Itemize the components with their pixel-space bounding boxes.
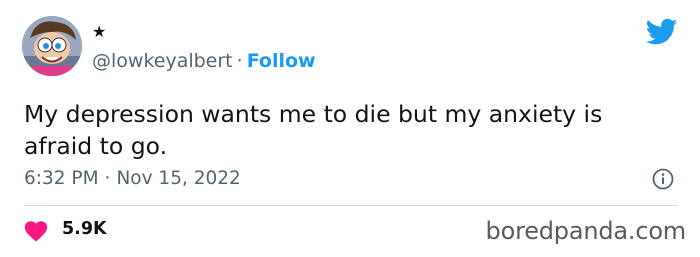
info-icon[interactable] <box>652 168 674 190</box>
display-name[interactable]: ★ <box>92 22 106 41</box>
separator-dot: · <box>236 50 243 72</box>
heart-icon[interactable] <box>24 220 48 242</box>
timestamp-separator: · <box>104 168 111 189</box>
tweet-text: My depression wants me to die but my anx… <box>24 100 603 160</box>
tweet-date: Nov 15, 2022 <box>116 168 241 189</box>
twitter-bird-icon[interactable] <box>646 18 678 46</box>
tweet-time: 6:32 PM <box>24 168 99 189</box>
tweet-timestamp[interactable]: 6:32 PM · Nov 15, 2022 <box>24 168 241 189</box>
follow-button[interactable]: Follow <box>247 50 316 72</box>
avatar[interactable] <box>22 16 82 76</box>
avatar-image <box>22 16 82 76</box>
divider <box>24 205 678 206</box>
user-handle[interactable]: @lowkeyalbert <box>92 50 233 72</box>
tweet-card: ★ @lowkeyalbert · Follow My depression wan… <box>0 0 700 257</box>
watermark: boredpanda.com <box>485 217 687 245</box>
like-count[interactable]: 5.9K <box>62 219 107 239</box>
handle-line: @lowkeyalbert · Follow <box>92 50 316 72</box>
